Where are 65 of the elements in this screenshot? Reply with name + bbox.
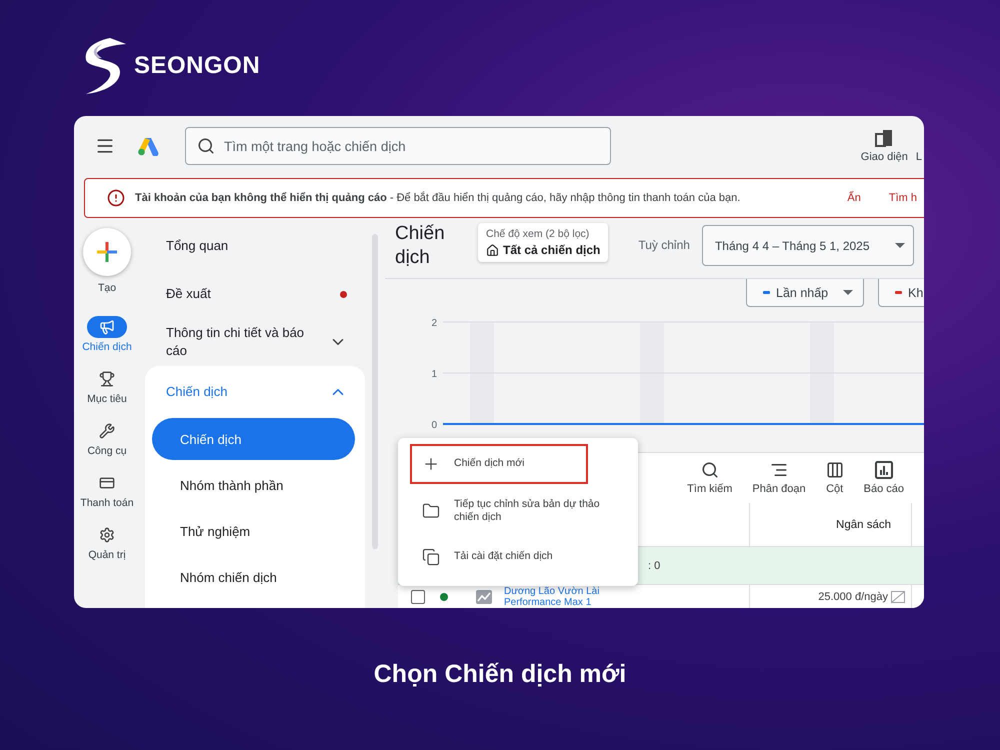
appearance-button[interactable]: Giao diện: [860, 129, 908, 163]
summary-text: : 0: [648, 560, 660, 572]
row-checkbox[interactable]: [411, 590, 425, 604]
nav-group-header[interactable]: Chiến dịch: [145, 368, 365, 416]
lines-icon: [770, 461, 788, 479]
nav-subitem[interactable]: Chiến dịch: [152, 418, 355, 460]
toolbar-button[interactable]: Cột: [818, 453, 852, 503]
nav-item[interactable]: Thông tin chi tiết và báo cáo: [145, 318, 365, 366]
range-label: Tuỳ chỉnh: [638, 238, 690, 252]
menu-item[interactable]: Tiếp tục chỉnh sửa bản dự thảo chiến dịch: [398, 488, 638, 534]
search-field[interactable]: Tìm một trang hoặc chiến dịch: [185, 127, 611, 165]
create-button[interactable]: [83, 228, 131, 276]
bar-chart-icon: [874, 461, 893, 479]
menu-item[interactable]: Chiến dịch mới: [410, 444, 588, 484]
dropdown-caret-icon: [843, 290, 853, 295]
brand-name: SEONGON: [134, 52, 260, 80]
y-tick-label: 0: [431, 420, 437, 431]
budget-text: 25.000 đ/ngày: [818, 591, 888, 603]
caption: Chọn Chiến dịch mới: [374, 660, 626, 688]
campaign-icon: [99, 319, 115, 335]
rail-item[interactable]: Chiến dịch: [74, 316, 140, 353]
create-label: Tạo: [98, 282, 116, 294]
trend-icon: [476, 590, 492, 604]
house-icon: [486, 244, 499, 256]
copy-icon: [422, 548, 440, 566]
tools-icon: [99, 423, 115, 439]
toolbar-button[interactable]: Báo cáo: [856, 453, 912, 503]
nav-subitem[interactable]: Nhóm thành phần: [152, 464, 355, 506]
toolbar-button[interactable]: Phân đoạn: [744, 453, 814, 503]
rail-item[interactable]: Mục tiêu: [74, 368, 140, 405]
campaign-link[interactable]: Dương Lão Vườn Lài Performance Max 1: [504, 586, 600, 608]
layout-icon: [875, 129, 894, 147]
admin-icon: [99, 527, 115, 543]
folder-icon: [422, 502, 440, 520]
rail-item[interactable]: Quản trị: [74, 524, 140, 561]
y-tick-label: 2: [431, 318, 437, 329]
nav-subitem[interactable]: Thử nghiệm: [152, 510, 355, 552]
alert-link[interactable]: Tìm h: [888, 192, 917, 204]
search-icon: [197, 137, 215, 155]
billing-icon: [99, 475, 115, 491]
toolbar-button[interactable]: Tìm kiếm: [679, 453, 740, 503]
column-header: Ngân sách: [835, 518, 892, 530]
alert-message: Tài khoản của bạn không thể hiển thị quảng cáo - Để bắt đầu hiển thị quảng cáo, hãy nhập thông tin thanh toán của bạn.: [135, 192, 740, 204]
view-selector[interactable]: Chế độ xem (2 bộ lọc) Tất cả chiến dịch: [478, 223, 608, 262]
page-title: Chiến dịch: [395, 222, 446, 270]
goal-icon: [99, 371, 115, 387]
menu-item[interactable]: Tải cài đặt chiến dịch: [398, 534, 638, 580]
metric-selector[interactable]: Lần nhấp: [746, 279, 864, 307]
metric-selector[interactable]: Kh: [878, 279, 924, 307]
nav-item[interactable]: Đề xuất: [145, 270, 365, 318]
y-tick-label: 1: [431, 369, 437, 380]
alert-icon: [107, 189, 125, 207]
rail-item[interactable]: Thanh toán: [74, 472, 140, 509]
plus-icon: [95, 240, 119, 264]
toolbar-label: L: [916, 151, 922, 163]
date-range-dropdown[interactable]: Tháng 4 4 – Tháng 5 1, 2025: [702, 225, 914, 266]
rail-item[interactable]: Công cụ: [74, 420, 140, 457]
chart-off-icon: [891, 591, 905, 603]
columns-icon: [826, 461, 844, 479]
nav-subitem[interactable]: Nhóm chiến dịch: [152, 556, 355, 598]
alert-link[interactable]: Ẩn: [847, 192, 861, 204]
nav-item[interactable]: Tổng quan: [145, 222, 365, 270]
ads-logo-icon: [137, 136, 159, 156]
dropdown-caret-icon: [894, 243, 905, 248]
search-icon: [700, 461, 719, 479]
